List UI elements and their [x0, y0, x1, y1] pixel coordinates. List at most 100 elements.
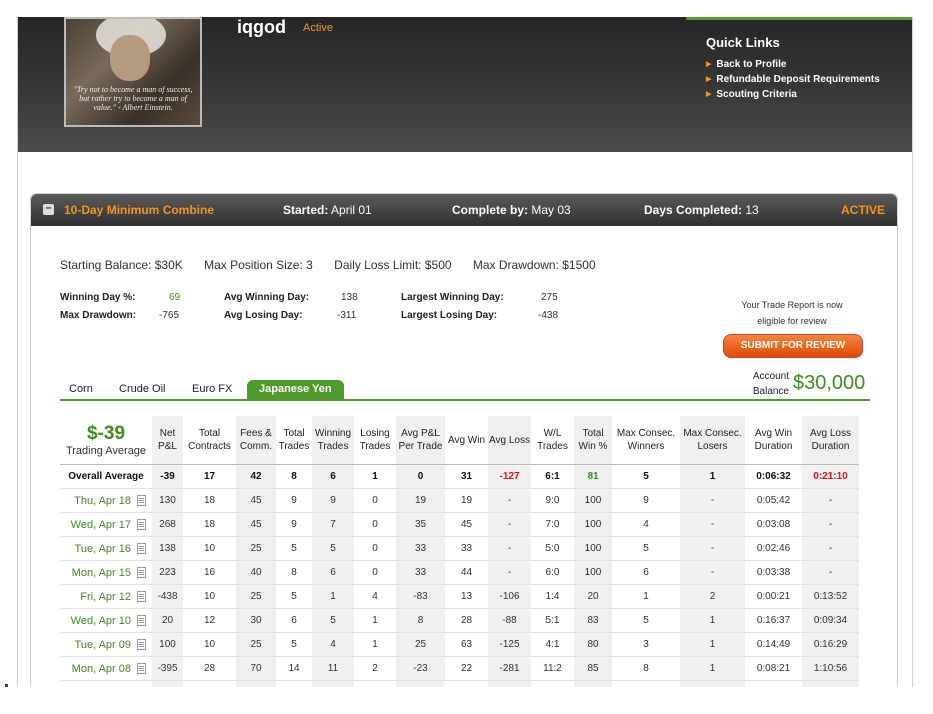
column-header[interactable]: W/L Trades — [531, 416, 574, 465]
table-cell: 0:00:21 — [745, 584, 802, 609]
overall-average-row: Overall Average -39 17 42 8 6 1 0 31 -127 6:1 81 5 1 0… — [60, 464, 859, 489]
column-header[interactable]: Net P&L — [152, 416, 183, 465]
trade-report-note: Your Trade Report is now eligible for re… — [707, 297, 877, 329]
table-cell: 22 — [445, 656, 488, 681]
document-icon[interactable] — [137, 519, 146, 531]
column-header[interactable]: Avg P&L Per Trade — [396, 416, 445, 465]
table-cell: - — [802, 488, 859, 513]
table-cell: 1 — [354, 464, 396, 489]
table-cell: 30 — [236, 608, 276, 633]
table-cell: 100 — [574, 512, 612, 537]
table-cell: - — [488, 560, 531, 585]
table-cell: - — [488, 488, 531, 513]
row-date-link[interactable]: Thu, Apr 04 — [60, 680, 152, 688]
column-header[interactable]: Total Win % — [574, 416, 612, 465]
photo-quote: "Try not to become a man of success, but… — [73, 85, 193, 112]
row-date-link[interactable]: Wed, Apr 17 — [60, 512, 152, 537]
avg-losing-day-label: Avg Losing Day: — [224, 310, 303, 321]
row-date-link[interactable]: Thu, Apr 18 — [60, 488, 152, 513]
table-cell: 25 — [236, 536, 276, 561]
quick-link-scouting-criteria[interactable]: ▶ Scouting Criteria — [706, 87, 880, 102]
quick-link-label: Back to Profile — [716, 59, 787, 70]
quick-link-back-to-profile[interactable]: ▶ Back to Profile — [706, 57, 880, 72]
table-cell: 6:0 — [531, 560, 574, 585]
table-cell: 1 — [680, 632, 745, 657]
table-cell: 1 — [354, 608, 396, 633]
column-header[interactable]: Avg Win Duration — [745, 416, 802, 465]
document-icon[interactable] — [137, 663, 146, 675]
column-header[interactable]: Max Consec. Losers — [680, 416, 745, 465]
table-cell: - — [802, 560, 859, 585]
combine-header-bar: – 10-Day Minimum Combine Started: April … — [31, 194, 897, 226]
table-cell: 33 — [396, 536, 445, 561]
column-header[interactable]: Avg Loss — [488, 416, 531, 465]
row-date-link[interactable]: Fri, Apr 12 — [60, 584, 152, 609]
quick-links-list: ▶ Back to Profile ▶ Refundable Deposit Req… — [706, 57, 880, 102]
table-cell: -125 — [488, 632, 531, 657]
table-row: Wed, Apr 10 20 12 30 6 5 1 8 28 -88 5:1 83 5 1 0:16:37… — [60, 608, 859, 633]
column-header[interactable]: Losing Trades — [354, 416, 396, 465]
trades-table: $-39 Trading Average Net P&L Total Contr… — [60, 416, 859, 687]
rule-starting-balance: Starting Balance: $30K — [60, 258, 183, 272]
trades-table-body: Overall Average -39 17 42 8 6 1 0 31 -127 6:1 81 5 1 0… — [60, 464, 859, 688]
table-cell: 0 — [354, 560, 396, 585]
trading-average-value: $-39 — [86, 422, 126, 444]
table-cell: 18 — [183, 512, 236, 537]
arrow-right-icon: ▶ — [706, 91, 712, 98]
column-header[interactable]: Total Contracts — [183, 416, 236, 465]
table-cell: 6:1 — [531, 464, 574, 489]
quick-link-deposit-requirements[interactable]: ▶ Refundable Deposit Requirements — [706, 72, 880, 87]
document-icon[interactable] — [137, 615, 146, 627]
row-date: Thu, Apr 04 — [74, 687, 131, 688]
document-icon[interactable] — [137, 639, 146, 651]
document-icon[interactable] — [137, 543, 146, 555]
tab-crude-oil[interactable]: Crude Oil — [119, 380, 165, 399]
table-cell: 6 — [312, 464, 354, 489]
table-cell: 8 — [396, 608, 445, 633]
table-row: Mon, Apr 08 -395 28 70 14 11 2 -23 22 -281 11:2 85 8… — [60, 656, 859, 681]
column-header[interactable]: Total Trades — [276, 416, 312, 465]
header-accent-bar — [686, 17, 912, 20]
column-header[interactable]: Avg Win — [445, 416, 488, 465]
column-header[interactable]: Fees & Comm. — [236, 416, 276, 465]
submit-for-review-button[interactable]: SUBMIT FOR REVIEW — [723, 334, 863, 358]
table-cell: 5:1 — [531, 608, 574, 633]
row-date-link[interactable]: Wed, Apr 10 — [60, 608, 152, 633]
table-cell: 5 — [354, 680, 396, 687]
table-cell: 16 — [183, 560, 236, 585]
row-date-link[interactable]: Mon, Apr 15 — [60, 560, 152, 585]
table-cell: 31 — [445, 464, 488, 489]
row-date-link[interactable]: Tue, Apr 16 — [60, 536, 152, 561]
document-icon[interactable] — [137, 567, 146, 579]
document-icon[interactable] — [137, 495, 146, 507]
tab-japanese-yen[interactable]: Japanese Yen — [247, 380, 344, 399]
table-cell: 5 — [276, 584, 312, 609]
table-cell: 4 — [612, 680, 680, 687]
column-header[interactable]: Winning Trades — [312, 416, 354, 465]
table-cell: 5 — [612, 536, 680, 561]
trade-report-note-line1: Your Trade Report is now — [741, 300, 843, 310]
table-cell: 3 — [612, 632, 680, 657]
table-cell: 63 — [445, 632, 488, 657]
rule-max-drawdown: Max Drawdown: $1500 — [472, 258, 596, 272]
table-cell: 10 — [183, 632, 236, 657]
table-cell: 0:03:38 — [745, 560, 802, 585]
winning-day-pct-label: Winning Day %: — [60, 292, 136, 303]
table-cell: 13 — [445, 584, 488, 609]
table-row: Tue, Apr 16 138 10 25 5 5 0 33 33-5:0 100 5-0:02:4… — [60, 536, 859, 561]
table-cell: 6:5 — [531, 680, 574, 687]
column-header[interactable]: Max Consec. Winners — [612, 416, 680, 465]
table-cell: 5 — [276, 536, 312, 561]
column-header[interactable]: Avg Loss Duration — [802, 416, 859, 465]
row-date-link[interactable]: Tue, Apr 09 — [60, 632, 152, 657]
table-cell: - — [680, 512, 745, 537]
tab-corn[interactable]: Corn — [69, 380, 93, 399]
tab-euro-fx[interactable]: Euro FX — [192, 380, 232, 399]
document-icon[interactable] — [137, 591, 146, 603]
table-cell: 1 — [312, 584, 354, 609]
table-cell: 18 — [183, 488, 236, 513]
collapse-icon[interactable]: – — [43, 203, 54, 215]
table-cell: 10 — [183, 536, 236, 561]
table-cell: 25 — [236, 584, 276, 609]
row-date-link[interactable]: Mon, Apr 08 — [60, 656, 152, 681]
